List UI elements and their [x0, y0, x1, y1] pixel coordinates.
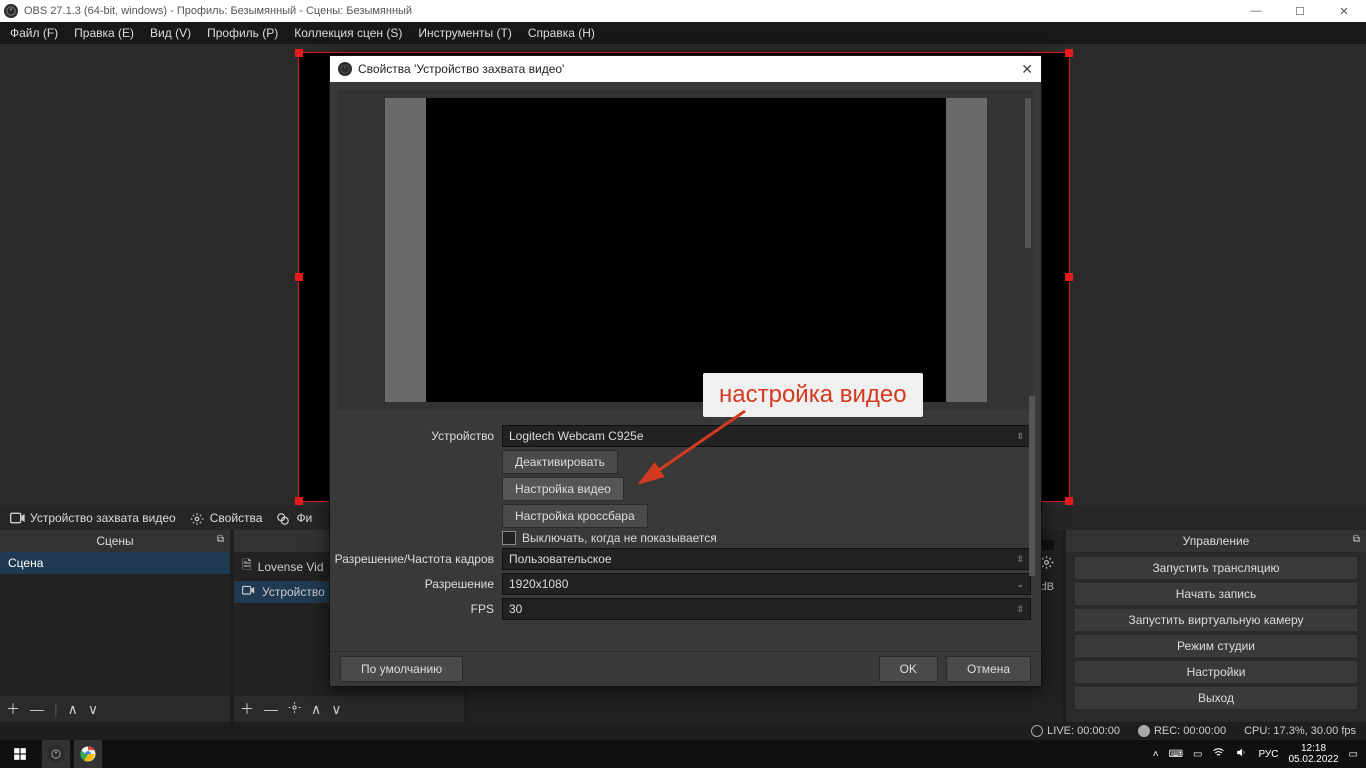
ok-button[interactable]: OK [879, 656, 938, 682]
scene-down-button[interactable]: ∨ [88, 701, 98, 718]
scenes-dock: Сцены ⧉ Сцена ＋ — | ∧ ∨ [0, 530, 230, 722]
tray-wifi-icon[interactable] [1212, 746, 1225, 762]
dialog-footer: По умолчанию OK Отмена [330, 651, 1041, 686]
annotation-label: настройка видео [703, 373, 923, 417]
dialog-title-text: Свойства 'Устройство захвата видео' [358, 62, 564, 76]
taskbar-chrome-icon[interactable] [74, 740, 102, 768]
start-streaming-button[interactable]: Запустить трансляцию [1074, 556, 1358, 580]
camera-icon [10, 512, 24, 524]
resize-handle[interactable] [295, 273, 303, 281]
scenes-dock-header: Сцены ⧉ [0, 530, 230, 552]
taskbar-obs-icon[interactable] [42, 740, 70, 768]
close-button[interactable]: ✕ [1322, 5, 1366, 18]
maximize-button[interactable]: ☐ [1278, 5, 1322, 18]
scene-divider: | [54, 701, 58, 717]
context-filters-button[interactable]: Фи [276, 511, 312, 525]
filters-icon [276, 512, 290, 524]
obs-logo-icon [4, 4, 18, 18]
scene-list-item[interactable]: Сцена [0, 552, 230, 574]
dialog-close-button[interactable]: ✕ [1021, 61, 1033, 78]
menu-tools[interactable]: Инструменты (T) [418, 26, 511, 40]
fps-select[interactable]: 30⇳ [502, 598, 1031, 620]
context-properties-button[interactable]: Свойства [190, 511, 263, 525]
scrollbar-thumb[interactable] [1029, 418, 1035, 576]
menu-view[interactable]: Вид (V) [150, 26, 191, 40]
menu-file[interactable]: Файл (F) [10, 26, 58, 40]
remove-source-button[interactable]: — [264, 701, 278, 717]
menu-edit[interactable]: Правка (E) [74, 26, 134, 40]
menu-scene-collection[interactable]: Коллекция сцен (S) [294, 26, 402, 40]
camera-icon [242, 585, 256, 599]
add-scene-button[interactable]: ＋ [6, 699, 20, 719]
tray-chevron-icon[interactable]: ˄ [1153, 749, 1159, 760]
menu-profile[interactable]: Профиль (P) [207, 26, 278, 40]
deactivate-button[interactable]: Деактивировать [502, 450, 618, 474]
controls-dock-header: Управление ⧉ [1066, 530, 1366, 552]
resize-handle[interactable] [1065, 49, 1073, 57]
dialog-preview-area [338, 90, 1033, 410]
checkbox-label: Выключать, когда не показывается [522, 531, 717, 545]
gear-icon [190, 512, 204, 524]
resize-handle[interactable] [295, 497, 303, 505]
obs-logo-icon [338, 62, 352, 76]
tray-notifications-icon[interactable]: ▭ [1349, 749, 1358, 760]
configure-crossbar-button[interactable]: Настройка кроссбара [502, 504, 648, 528]
chevron-updown-icon: ⇳ [1016, 554, 1024, 565]
tray-battery-icon[interactable]: ▭ [1193, 749, 1202, 760]
exit-button[interactable]: Выход [1074, 686, 1358, 710]
cancel-button[interactable]: Отмена [946, 656, 1031, 682]
source-up-button[interactable]: ∧ [311, 701, 321, 718]
context-source-name: Устройство захвата видео [10, 511, 176, 525]
settings-button[interactable]: Настройки [1074, 660, 1358, 684]
controls-dock: Управление ⧉ Запустить трансляцию Начать… [1066, 530, 1366, 722]
resize-handle[interactable] [295, 49, 303, 57]
remove-scene-button[interactable]: — [30, 701, 44, 717]
start-button[interactable] [0, 740, 40, 768]
tray-keyboard-icon[interactable]: ⌨ [1169, 749, 1183, 760]
status-bar: LIVE: 00:00:00 REC: 00:00:00 CPU: 17.3%,… [0, 722, 1366, 740]
add-source-button[interactable]: ＋ [240, 699, 254, 719]
tray-language[interactable]: РУС [1258, 749, 1278, 760]
tray-volume-icon[interactable] [1235, 746, 1248, 762]
start-recording-button[interactable]: Начать запись [1074, 582, 1358, 606]
fps-label: FPS [334, 602, 494, 616]
status-cpu: CPU: 17.3%, 30.00 fps [1244, 725, 1356, 737]
resize-handle[interactable] [1065, 497, 1073, 505]
status-rec: REC: 00:00:00 [1138, 725, 1226, 737]
source-properties-button[interactable] [288, 701, 301, 717]
window-titlebar: OBS 27.1.3 (64-bit, windows) - Профиль: … [0, 0, 1366, 22]
device-label: Устройство [334, 429, 494, 443]
dock-popout-icon[interactable]: ⧉ [1353, 534, 1360, 545]
dialog-titlebar: Свойства 'Устройство захвата видео' ✕ [330, 56, 1041, 82]
minimize-button[interactable]: — [1234, 5, 1278, 18]
scrollbar-thumb[interactable] [1025, 98, 1031, 248]
resolution-select[interactable]: 1920x1080⌄ [502, 573, 1031, 595]
chevron-down-icon: ⌄ [1016, 579, 1024, 590]
menu-bar: Файл (F) Правка (E) Вид (V) Профиль (P) … [0, 22, 1366, 44]
properties-dialog: Свойства 'Устройство захвата видео' ✕ Ус… [329, 55, 1042, 687]
resolution-label: Разрешение [334, 577, 494, 591]
windows-taskbar: ˄ ⌨ ▭ РУС 12:18 05.02.2022 ▭ [0, 740, 1366, 768]
res-fps-label: Разрешение/Частота кадров [334, 552, 494, 566]
chevron-updown-icon: ⇳ [1016, 604, 1024, 615]
resize-handle[interactable] [1065, 273, 1073, 281]
status-live: LIVE: 00:00:00 [1031, 725, 1120, 737]
deactivate-not-showing-checkbox[interactable] [502, 531, 516, 545]
source-type-icon: 🗎 [242, 556, 252, 577]
source-down-button[interactable]: ∨ [331, 701, 341, 718]
device-select[interactable]: Logitech Webcam C925e⇳ [502, 425, 1031, 447]
window-title: OBS 27.1.3 (64-bit, windows) - Профиль: … [24, 5, 412, 17]
studio-mode-button[interactable]: Режим студии [1074, 634, 1358, 658]
configure-video-button[interactable]: Настройка видео [502, 477, 624, 501]
chevron-updown-icon: ⇳ [1016, 431, 1024, 442]
scene-up-button[interactable]: ∧ [68, 701, 78, 718]
tray-clock[interactable]: 12:18 05.02.2022 [1288, 743, 1338, 765]
start-virtualcam-button[interactable]: Запустить виртуальную камеру [1074, 608, 1358, 632]
dialog-form: Устройство Logitech Webcam C925e⇳ Деакти… [330, 418, 1041, 651]
defaults-button[interactable]: По умолчанию [340, 656, 463, 682]
menu-help[interactable]: Справка (H) [528, 26, 595, 40]
dock-popout-icon[interactable]: ⧉ [217, 534, 224, 545]
res-fps-select[interactable]: Пользовательское⇳ [502, 548, 1031, 570]
